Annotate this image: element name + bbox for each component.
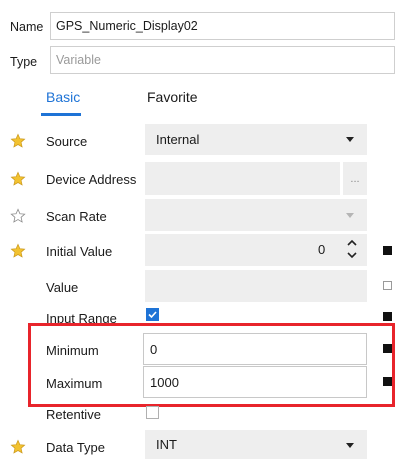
browse-address-button[interactable]: ... (343, 162, 367, 195)
favorite-star-icon[interactable] (10, 133, 26, 149)
binding-indicator[interactable] (383, 281, 392, 290)
initial-value-input[interactable]: 0 (145, 234, 367, 266)
name-input[interactable]: GPS_Numeric_Display02 (50, 12, 395, 40)
source-value: Internal (156, 132, 200, 147)
favorite-star-outline-icon[interactable] (10, 208, 26, 224)
type-input[interactable]: Variable (50, 46, 395, 74)
chevron-down-icon (346, 443, 354, 448)
tab-basic-underline (41, 113, 81, 116)
scan-rate-select[interactable] (145, 199, 367, 231)
retentive-checkbox[interactable] (146, 406, 159, 419)
data-type-select[interactable]: INT (145, 430, 367, 459)
name-label: Name (10, 20, 44, 34)
chevron-down-icon (346, 137, 354, 142)
check-icon (148, 311, 157, 319)
type-label: Type (10, 55, 38, 69)
device-address-input[interactable] (145, 162, 340, 195)
tab-basic[interactable]: Basic (46, 89, 80, 105)
highlight-annotation (28, 323, 395, 407)
tab-favorite[interactable]: Favorite (147, 89, 198, 105)
binding-indicator[interactable] (383, 312, 392, 321)
retentive-label: Retentive (46, 407, 101, 422)
favorite-star-icon[interactable] (10, 243, 26, 259)
data-type-value: INT (156, 437, 177, 452)
device-address-label: Device Address (46, 172, 137, 187)
data-type-label: Data Type (46, 440, 106, 455)
source-select[interactable]: Internal (145, 124, 367, 155)
value-input[interactable] (145, 270, 367, 302)
input-range-checkbox[interactable] (146, 308, 159, 321)
initial-value-label: Initial Value (46, 244, 113, 259)
scan-rate-label: Scan Rate (46, 209, 107, 224)
binding-indicator[interactable] (383, 246, 392, 255)
source-label: Source (46, 134, 88, 149)
spinner-arrows-icon[interactable] (346, 236, 358, 262)
chevron-down-icon (346, 213, 354, 218)
favorite-star-icon[interactable] (10, 171, 26, 187)
favorite-star-icon[interactable] (10, 439, 26, 455)
initial-value-number: 0 (318, 242, 326, 257)
value-label: Value (46, 280, 79, 295)
